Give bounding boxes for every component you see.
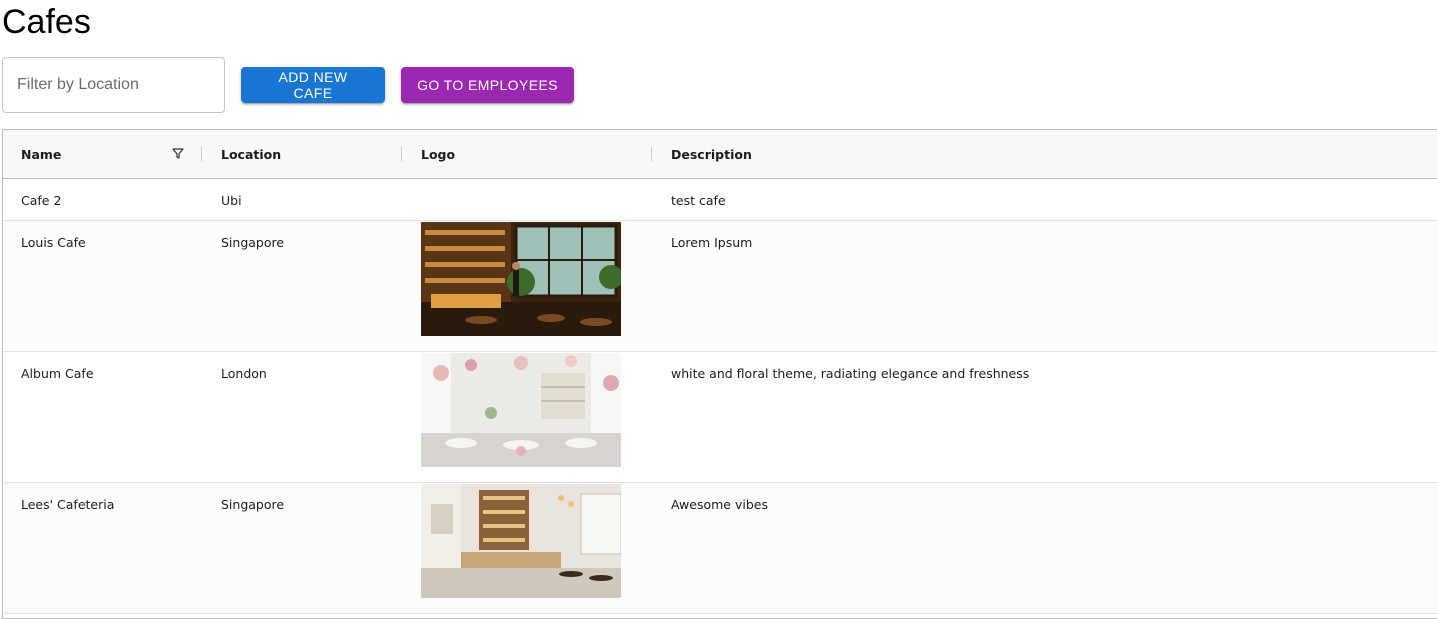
cafe-logo-image [421,353,621,467]
toolbar: ADD NEW CAFE GO TO EMPLOYEES [2,57,574,113]
cell-description: Awesome vibes [671,496,768,512]
cell-name: Album Cafe [21,365,94,381]
cell-location: London [221,365,267,381]
column-header-logo[interactable]: Logo [421,130,455,178]
cafe-logo-image [421,484,621,598]
add-new-cafe-button[interactable]: ADD NEW CAFE [241,67,385,103]
cell-name: Lees' Cafeteria [21,496,115,512]
column-header-description[interactable]: Description [671,130,752,178]
cell-description: Lorem Ipsum [671,234,753,250]
column-header-location[interactable]: Location [221,130,281,178]
cell-name: Cafe 2 [21,192,62,208]
table-row[interactable]: Cafe 2 Ubi test cafe [3,179,1437,221]
location-filter-input[interactable] [2,57,225,113]
table-header: Name Location Logo Description [3,130,1437,179]
table-row[interactable]: Lees' Cafeteria Singapore Awesome vibes [3,483,1437,614]
go-to-employees-button[interactable]: GO TO EMPLOYEES [401,67,574,103]
cell-location: Singapore [221,496,285,512]
column-header-name[interactable]: Name [21,130,61,178]
column-resize-handle[interactable] [401,147,402,161]
table-row[interactable]: Louis Cafe Singapore Lorem Ipsum [3,221,1437,352]
cafes-table: Name Location Logo Description Cafe 2 Ub… [2,129,1437,619]
cell-description: white and floral theme, radiating elegan… [671,365,1030,381]
cell-location: Singapore [221,234,285,250]
cell-description: test cafe [671,192,726,208]
cell-location: Ubi [221,192,242,208]
page-title: Cafes [2,3,91,41]
cafe-logo-image [421,222,621,336]
filter-icon[interactable] [171,146,185,160]
cell-name: Louis Cafe [21,234,86,250]
table-row[interactable]: Album Cafe London white and floral theme… [3,352,1437,483]
column-resize-handle[interactable] [651,147,652,161]
column-resize-handle[interactable] [201,147,202,161]
